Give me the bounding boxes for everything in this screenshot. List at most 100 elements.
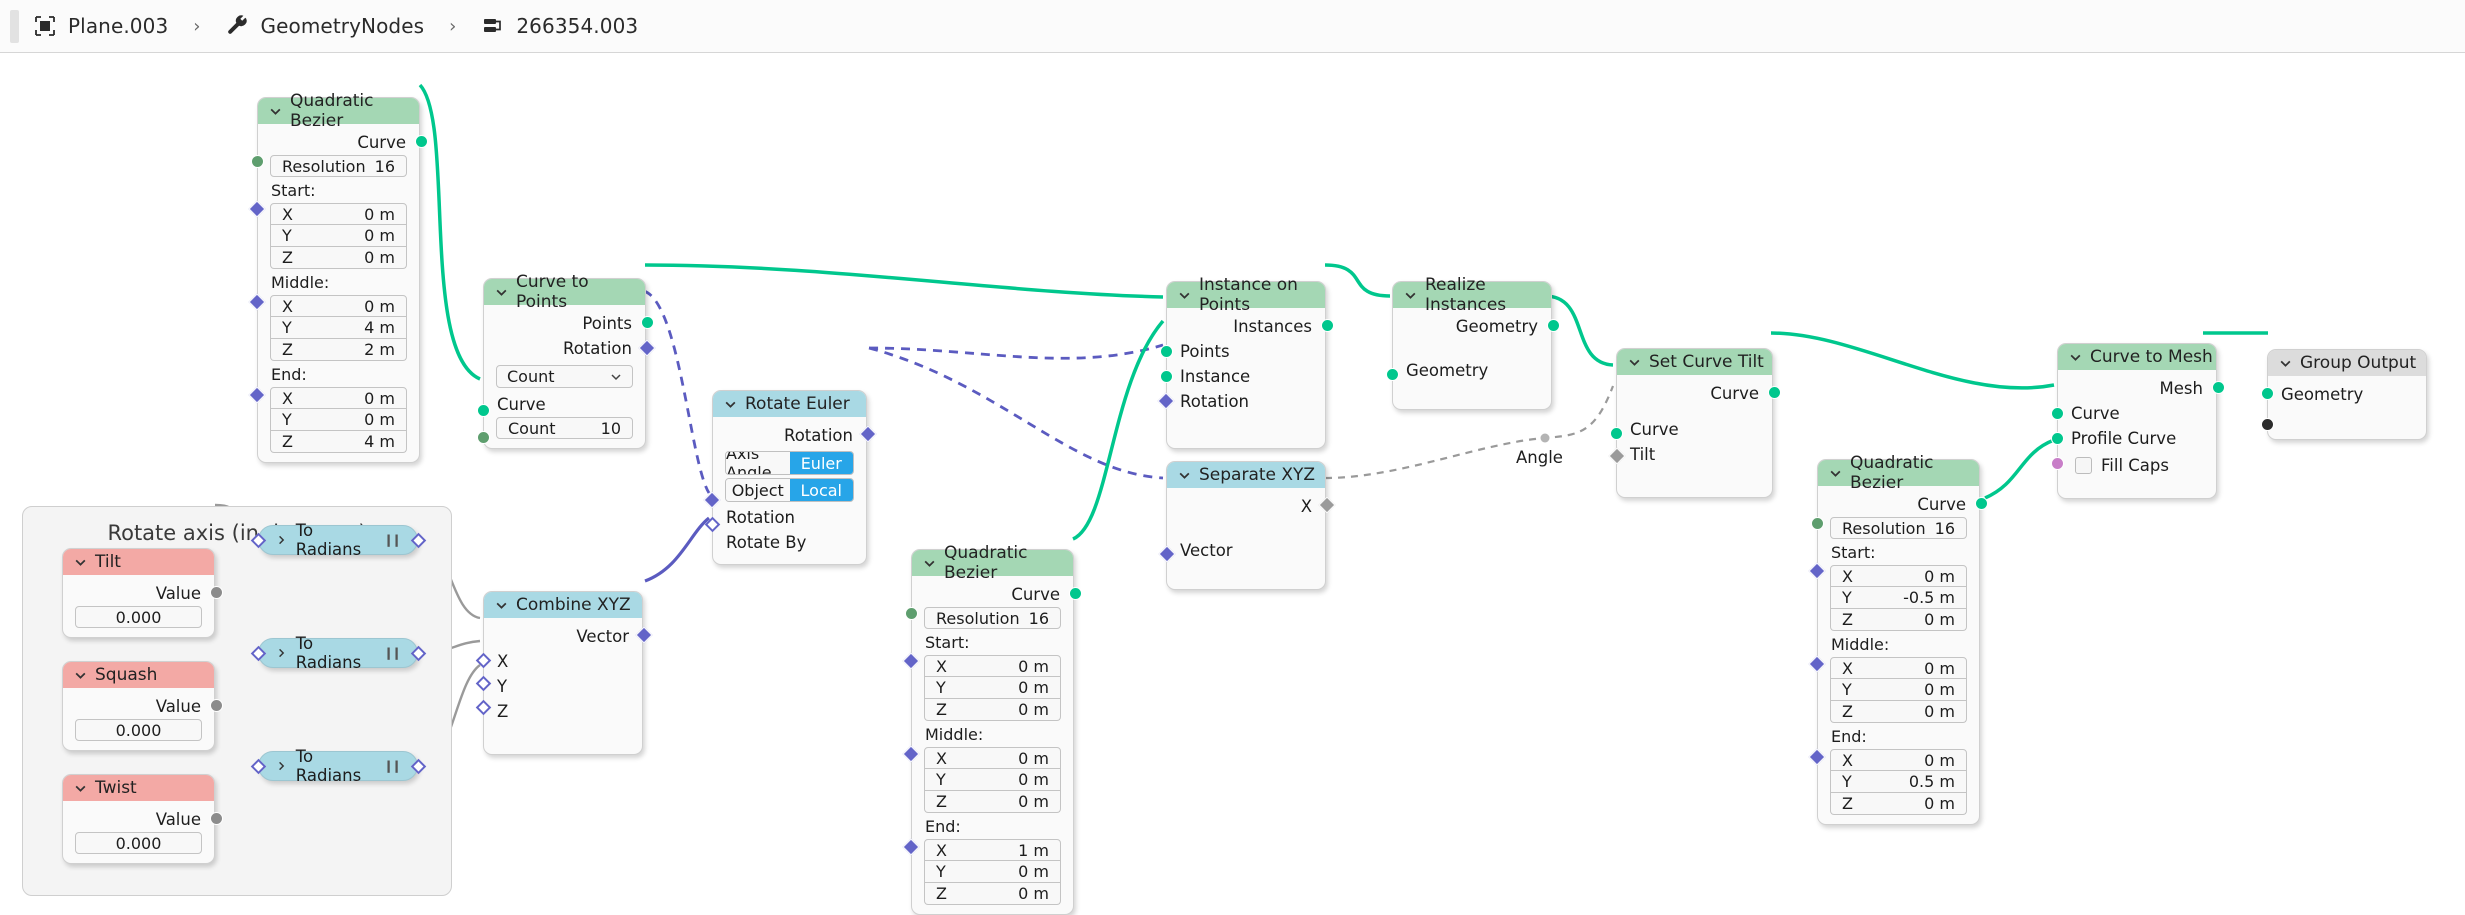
socket-points-out[interactable] [641,316,654,329]
socket-start-in[interactable] [1808,562,1826,580]
socket-curve-in[interactable] [1610,427,1623,440]
dropdown-mode[interactable]: Count [496,365,633,388]
socket-profile-curve-in[interactable] [2051,432,2064,445]
node-header[interactable]: Squash [63,662,214,688]
node-header[interactable]: Quadratic Bezier [1818,453,1979,493]
chevron-down-icon[interactable] [74,782,87,795]
chevron-down-icon[interactable] [1178,469,1191,482]
socket-count-in[interactable] [477,431,490,444]
node-curve-to-mesh[interactable]: Curve to Mesh Mesh Curve Profile Curve F… [2051,343,2225,499]
socket-resolution-in[interactable] [251,155,264,168]
field-start-y[interactable]: Y 0 m [270,225,407,247]
chevron-down-icon[interactable] [2069,351,2082,364]
socket-resolution-in[interactable] [905,607,918,620]
socket-geometry-in[interactable] [2261,387,2274,400]
node-header[interactable]: Curve to Points [484,272,645,312]
node-quadratic-bezier-left[interactable]: Quadratic Bezier Curve Resolution 16 Sta… [248,91,428,463]
chevron-down-icon[interactable] [1178,289,1191,302]
socket-points-in[interactable] [1160,345,1173,358]
socket-end-in[interactable] [902,838,920,856]
chevron-down-icon[interactable] [2279,357,2292,370]
chevron-right-icon[interactable] [276,534,287,546]
field-value[interactable]: 0.000 [75,719,202,741]
node-separate-xyz[interactable]: Separate XYZ X Vector [1158,461,1336,590]
field-start-z[interactable]: Z 0 m [270,247,407,269]
field-middle-z[interactable]: Z 0 m [1830,701,1967,723]
node-quadratic-bezier-right[interactable]: Quadratic Bezier Curve Resolution 16 Sta… [1808,453,1988,825]
field-end-x[interactable]: X 0 m [270,387,407,409]
node-value-twist[interactable]: Twist Value 0.000 [62,774,223,864]
field-end-z[interactable]: Z 0 m [1830,793,1967,815]
node-header[interactable]: Set Curve Tilt [1617,349,1772,375]
toggle-option-local[interactable]: Local [789,479,853,501]
socket-fill-caps-in[interactable] [2051,457,2064,470]
node-value-squash[interactable]: Squash Value 0.000 [62,661,223,751]
field-start-y[interactable]: Y 0 m [924,677,1061,699]
socket-mesh-out[interactable] [2212,381,2225,394]
chevron-down-icon[interactable] [495,286,508,299]
field-start-x[interactable]: X 0 m [1830,565,1967,587]
field-middle-x[interactable]: X 0 m [270,295,407,317]
socket-start-in[interactable] [248,200,266,218]
node-to-radians-2[interactable]: To Radians ❙❙ [250,634,427,672]
breadcrumb-nodetree[interactable]: 266354.003 [516,14,638,38]
node-header[interactable]: Combine XYZ [484,592,642,618]
node-header[interactable]: Quadratic Bezier [258,91,419,131]
node-editor-canvas[interactable]: Angle Rotate axis (in dregrees) Quadrati… [0,53,2465,915]
socket-curve-in[interactable] [2051,407,2064,420]
field-middle-x[interactable]: X 0 m [1830,657,1967,679]
node-header[interactable]: Tilt [63,549,214,575]
node-realize-instances[interactable]: Realize Instances Geometry Geometry [1386,275,1560,410]
editor-type-handle[interactable] [10,9,19,43]
field-start-y[interactable]: Y -0.5 m [1830,587,1967,609]
chevron-down-icon[interactable] [1404,289,1417,302]
socket-curve-out[interactable] [1069,587,1082,600]
socket-value-out[interactable] [210,586,223,599]
field-end-z[interactable]: Z 4 m [270,431,407,453]
socket-curve-out[interactable] [1975,497,1988,510]
socket-start-in[interactable] [902,652,920,670]
socket-value-out[interactable] [210,812,223,825]
chevron-down-icon[interactable] [495,599,508,612]
field-resolution[interactable]: Resolution 16 [270,155,407,177]
field-end-y[interactable]: Y 0.5 m [1830,771,1967,793]
socket-end-in[interactable] [1808,748,1826,766]
socket-middle-in[interactable] [248,293,266,311]
field-middle-z[interactable]: Z 2 m [270,339,407,361]
field-end-x[interactable]: X 0 m [1830,749,1967,771]
node-header[interactable]: Realize Instances [1393,275,1551,315]
socket-curve-in[interactable] [477,404,490,417]
field-value[interactable]: 0.000 [75,832,202,854]
field-resolution[interactable]: Resolution 16 [1830,517,1967,539]
chevron-down-icon[interactable] [1829,467,1842,480]
socket-curve-out[interactable] [1768,386,1781,399]
node-header[interactable]: Curve to Mesh [2058,344,2216,370]
node-set-curve-tilt[interactable]: Set Curve Tilt Curve Curve Tilt [1608,348,1781,498]
chevron-down-icon[interactable] [923,557,936,570]
field-middle-x[interactable]: X 0 m [924,747,1061,769]
socket-instance-in[interactable] [1160,370,1173,383]
field-middle-z[interactable]: Z 0 m [924,791,1061,813]
socket-virtual-in[interactable] [2261,418,2274,431]
checkbox-fill-caps-row[interactable]: Fill Caps [2058,451,2216,478]
node-combine-xyz[interactable]: Combine XYZ Vector X Y Z [475,591,653,755]
node-header[interactable]: Group Output [2268,350,2426,376]
toggle-option-axis-angle[interactable]: Axis Angle [726,452,790,474]
socket-instances-out[interactable] [1321,319,1334,332]
field-end-y[interactable]: Y 0 m [270,409,407,431]
socket-geometry-in[interactable] [1386,368,1399,381]
socket-value-out[interactable] [210,699,223,712]
field-middle-y[interactable]: Y 0 m [924,769,1061,791]
breadcrumb-modifier[interactable]: GeometryNodes [261,14,425,38]
chevron-right-icon[interactable] [276,647,287,659]
node-to-radians-3[interactable]: To Radians ❙❙ [250,747,427,785]
checkbox-fill-caps[interactable] [2075,457,2092,474]
field-resolution[interactable]: Resolution 16 [924,607,1061,629]
node-header[interactable]: Rotate Euler [713,391,866,417]
socket-end-in[interactable] [248,386,266,404]
field-count[interactable]: Count 10 [496,417,633,439]
toggle-option-object[interactable]: Object [726,479,790,501]
chevron-down-icon[interactable] [724,398,737,411]
socket-curve-out[interactable] [415,135,428,148]
chevron-down-icon[interactable] [1628,356,1641,369]
